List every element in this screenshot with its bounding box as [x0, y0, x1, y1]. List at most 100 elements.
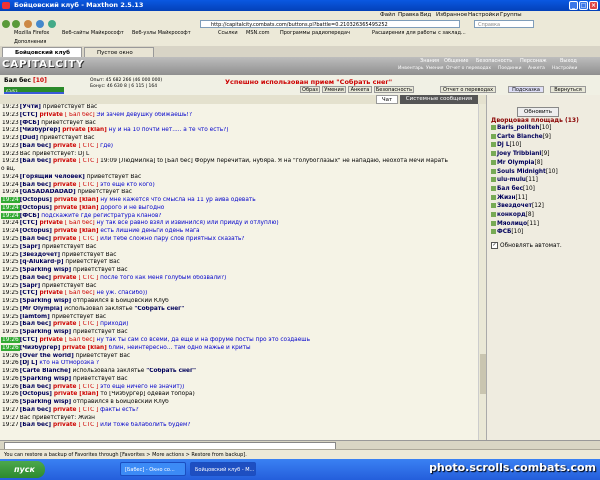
fav-links[interactable]: Ссылки: [218, 29, 238, 38]
menu-edit[interactable]: Правка: [398, 11, 419, 19]
tab-system-messages[interactable]: Системные сообщения: [400, 95, 478, 104]
chat-author[interactable]: [Бал бес]: [20, 321, 51, 327]
tab-chat[interactable]: Чат: [376, 95, 398, 104]
chat-author[interactable]: [Dj L]: [20, 360, 38, 366]
chat-author[interactable]: [Sapr]: [20, 244, 40, 250]
room-user[interactable]: Baris_politeh[10]: [491, 125, 551, 131]
nav-inventory[interactable]: Инвентарь: [398, 66, 424, 71]
room-user[interactable]: ulu-mulu[11]: [491, 177, 538, 183]
chat-author[interactable]: [q-Alukard-p]: [20, 259, 64, 265]
menu-settings[interactable]: Настройки: [468, 11, 499, 19]
chat-author[interactable]: [Sapr]: [20, 283, 40, 289]
chat-author[interactable]: [Dud]: [20, 135, 38, 141]
room-user[interactable]: Dj L[10]: [491, 142, 521, 148]
chat-author[interactable]: [Чизбургер]: [20, 345, 61, 351]
chat-author[interactable]: [Sparking wisp]: [20, 399, 71, 405]
checkbox-icon[interactable]: ✓: [491, 242, 498, 249]
chat-author[interactable]: [Sparking wisp]: [20, 376, 71, 382]
nav-settings[interactable]: Настройки: [552, 66, 577, 71]
character-name[interactable]: Бал бес [10]: [4, 77, 47, 84]
fav-radio[interactable]: Программы радиопередач: [280, 29, 350, 38]
menu-groups[interactable]: Группы: [500, 11, 522, 19]
address-input[interactable]: http://capitalcity.combats.com/buttons.p…: [200, 20, 460, 28]
chat-author[interactable]: [СТС]: [20, 290, 38, 296]
chat-author[interactable]: [Octopus]: [20, 205, 52, 211]
search-input[interactable]: Справка: [474, 20, 534, 28]
chat-author[interactable]: [GASADADADAD]: [20, 189, 76, 195]
room-user[interactable]: Carte Blanche[9]: [491, 133, 551, 140]
room-user[interactable]: Мяолицо[11]: [491, 220, 539, 227]
return-button[interactable]: Вернуться: [550, 86, 586, 93]
chat-scrollbar[interactable]: [478, 104, 486, 440]
addons-label[interactable]: Дополнения: [14, 38, 46, 46]
back-icon[interactable]: [2, 20, 10, 28]
hint-button[interactable]: Подсказка: [508, 86, 544, 93]
stop-icon[interactable]: [24, 20, 32, 28]
room-user[interactable]: конкорд[8]: [491, 212, 534, 218]
nav-security[interactable]: Безопасность: [476, 58, 512, 64]
chat-author[interactable]: [Бал бес]: [20, 158, 51, 164]
chat-author[interactable]: "Собрать снег": [134, 306, 184, 312]
transfer-report-button[interactable]: Отчет о переводах: [440, 86, 496, 93]
image-button[interactable]: Образ: [300, 86, 320, 93]
nav-battles[interactable]: Поединки: [498, 66, 522, 71]
chat-author[interactable]: "Собрать снег": [146, 368, 196, 374]
fav-extensions[interactable]: Расширения для работы с заклад...: [372, 29, 466, 38]
menu-view[interactable]: Вид: [420, 11, 431, 19]
chat-author[interactable]: [Бал бес]: [20, 236, 51, 242]
chat-author[interactable]: [Бал бес]: [20, 182, 51, 188]
nav-transfer-report[interactable]: Отчет о переводах: [446, 66, 491, 71]
window-title-bar[interactable]: Бойцовский клуб - Maxthon 2.5.13 _ □ ×: [0, 0, 600, 11]
nav-communication[interactable]: Общение: [444, 58, 468, 64]
chat-author[interactable]: [Over the world]: [20, 353, 74, 359]
fav-msn[interactable]: MSN.com: [246, 29, 270, 38]
skills-button[interactable]: Умения: [322, 86, 346, 93]
chat-author[interactable]: [Mr Olympia]: [20, 306, 63, 312]
chat-author[interactable]: [lamtom]: [20, 314, 50, 320]
room-user[interactable]: Joey Tribbiani[9]: [491, 151, 550, 157]
refresh-icon[interactable]: [36, 20, 44, 28]
nav-knowledge[interactable]: Знания: [420, 58, 439, 64]
start-button[interactable]: пуск: [0, 461, 45, 478]
room-user[interactable]: Mr Olympia[8]: [491, 159, 543, 166]
menu-file[interactable]: Файл: [380, 11, 395, 19]
room-user[interactable]: Souls Midnight[10]: [491, 168, 558, 175]
chat-author[interactable]: [Octopus]: [20, 228, 52, 234]
room-user[interactable]: Бал бес[10]: [491, 185, 535, 192]
chat-author[interactable]: [ФСБ]: [20, 213, 40, 219]
nav-skills[interactable]: Умения: [426, 66, 443, 71]
auto-update-checkbox[interactable]: ✓ Обновлять автомат.: [491, 242, 562, 249]
fav-ms-sites[interactable]: Веб-сайты Майкрософт: [62, 29, 124, 38]
chat-author[interactable]: [Бал бес]: [20, 422, 51, 428]
chat-author[interactable]: [Sparking wisp]: [20, 329, 71, 335]
chat-author[interactable]: [Бал бес]: [20, 384, 51, 390]
chat-author[interactable]: [Горящий человек]: [20, 174, 85, 180]
close-button[interactable]: ×: [589, 1, 598, 10]
nav-profile[interactable]: Анкета: [528, 66, 545, 71]
refresh-button[interactable]: Обновить: [517, 107, 559, 117]
room-user[interactable]: Жизн[11]: [491, 194, 527, 201]
home-icon[interactable]: [48, 20, 56, 28]
chat-author[interactable]: [Бал бес]: [20, 143, 51, 149]
chat-author[interactable]: [Octopus]: [20, 391, 52, 397]
security-button[interactable]: Безопасность: [374, 86, 414, 93]
chat-author[interactable]: [ФСБ]: [20, 120, 40, 126]
fav-ms-nodes[interactable]: Веб-узлы Майкрософт: [132, 29, 191, 38]
chat-author[interactable]: [Sparking wisp]: [20, 267, 71, 273]
chat-author[interactable]: [Звездочет]: [20, 252, 60, 258]
chat-author[interactable]: [Octopus]: [20, 197, 52, 203]
chat-author[interactable]: [СТС]: [20, 220, 38, 226]
room-user[interactable]: ФСБ[10]: [491, 229, 523, 235]
chat-author[interactable]: [СТС]: [20, 337, 38, 343]
chat-author[interactable]: [Чизбургер]: [20, 127, 61, 133]
chat-author[interactable]: [Бал бес]: [20, 407, 51, 413]
profile-button[interactable]: Анкета: [348, 86, 372, 93]
chat-author[interactable]: [Учти]: [20, 104, 41, 110]
chat-author[interactable]: [СТС]: [20, 112, 38, 118]
fav-firefox[interactable]: Mozilla Firefox: [14, 29, 49, 38]
task-window-1[interactable]: [Бабес] - Окно со...: [120, 462, 186, 476]
forward-icon[interactable]: [12, 20, 20, 28]
maximize-button[interactable]: □: [579, 1, 588, 10]
minimize-button[interactable]: _: [569, 1, 578, 10]
tab-combats[interactable]: Бойцовский клуб: [2, 47, 82, 57]
